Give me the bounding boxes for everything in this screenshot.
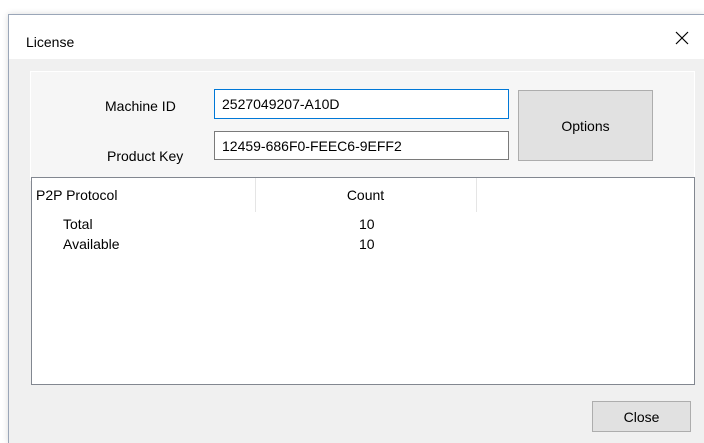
title-bar: License <box>9 15 704 59</box>
close-button[interactable]: Close <box>592 401 691 432</box>
list-item[interactable]: Available 10 <box>32 236 694 254</box>
list-item-name: Available <box>63 236 120 252</box>
list-item-name: Total <box>63 216 93 232</box>
list-item-count: 10 <box>359 216 375 232</box>
column-header-count[interactable]: Count <box>255 178 476 212</box>
machine-id-field[interactable] <box>214 89 509 119</box>
product-key-label: Product Key <box>107 148 184 164</box>
close-icon[interactable] <box>669 25 695 51</box>
list-item[interactable]: Total 10 <box>32 216 694 234</box>
p2p-protocol-list[interactable]: P2P Protocol Count Total 10 Available 10 <box>31 177 695 385</box>
list-item-count: 10 <box>359 236 375 252</box>
column-header-protocol[interactable]: P2P Protocol <box>32 178 255 212</box>
license-dialog: License Machine ID Product Key Options P… <box>8 14 704 443</box>
options-button[interactable]: Options <box>518 90 653 161</box>
product-key-field[interactable] <box>214 131 509 160</box>
list-header: P2P Protocol Count <box>32 178 694 212</box>
column-separator[interactable] <box>476 178 477 212</box>
window-title: License <box>26 34 75 50</box>
machine-id-label: Machine ID <box>105 98 176 114</box>
